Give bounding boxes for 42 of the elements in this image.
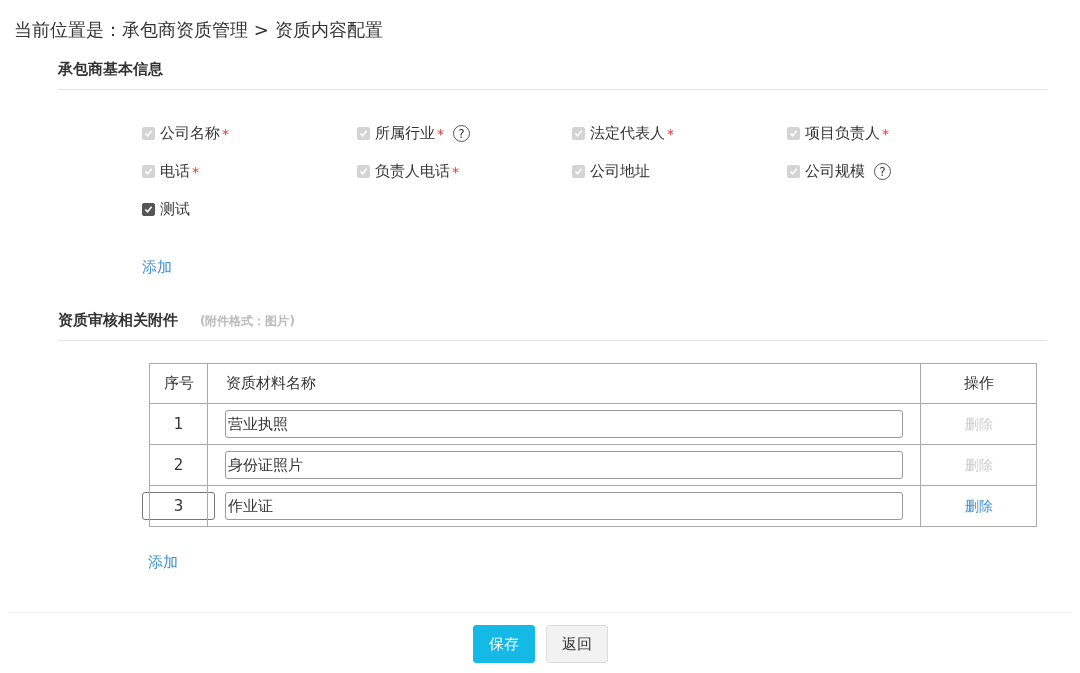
section-title: 资质审核相关附件 (58, 311, 178, 330)
checkmark-icon (789, 167, 798, 176)
checkmark-icon (144, 167, 153, 176)
checkbox[interactable] (142, 203, 155, 216)
checkmark-icon (789, 129, 798, 138)
add-link[interactable]: 添加 (142, 258, 172, 277)
column-header: 资质材料名称 (207, 363, 921, 404)
index-cell: 3 (142, 492, 215, 520)
index-cell-text: 2 (172, 455, 185, 476)
field-label: 负责人电话 (375, 162, 450, 181)
delete-link[interactable]: 删除 (964, 497, 993, 514)
required-mark: * (667, 125, 674, 142)
field-label: 公司名称 (160, 124, 220, 143)
column-header: 序号 (149, 363, 208, 404)
required-mark: * (452, 163, 459, 180)
field-label: 公司规模 (805, 162, 865, 181)
format-note: (附件格式：图片) (200, 313, 295, 330)
checkmark-icon (144, 129, 153, 138)
checkmark-icon (144, 205, 153, 214)
checkmark-icon (359, 167, 368, 176)
required-mark: * (192, 163, 199, 180)
required-mark: * (222, 125, 229, 142)
field-label: 电话 (160, 162, 190, 181)
field-label: 测试 (160, 200, 190, 219)
breadcrumb: 当前位置是：承包商资质管理 > 资质内容配置 (13, 18, 384, 42)
name-input[interactable]: 营业执照 (225, 410, 903, 438)
section-title: 承包商基本信息 (58, 60, 163, 79)
checkmark-icon (574, 129, 583, 138)
field-label: 项目负责人 (805, 124, 880, 143)
column-header: 操作 (920, 363, 1037, 404)
field-label: 所属行业 (375, 124, 435, 143)
checkmark-icon (574, 167, 583, 176)
index-cell-text: 1 (172, 414, 185, 435)
name-input[interactable]: 身份证照片 (225, 451, 903, 479)
required-mark: * (882, 125, 889, 142)
name-input[interactable]: 作业证 (225, 492, 903, 520)
add-link[interactable]: 添加 (148, 553, 178, 572)
checkmark-icon (359, 129, 368, 138)
back-button[interactable]: 返回 (545, 625, 608, 663)
field-label: 公司地址 (590, 162, 650, 181)
field-label: 法定代表人 (590, 124, 665, 143)
required-mark: * (437, 125, 444, 142)
